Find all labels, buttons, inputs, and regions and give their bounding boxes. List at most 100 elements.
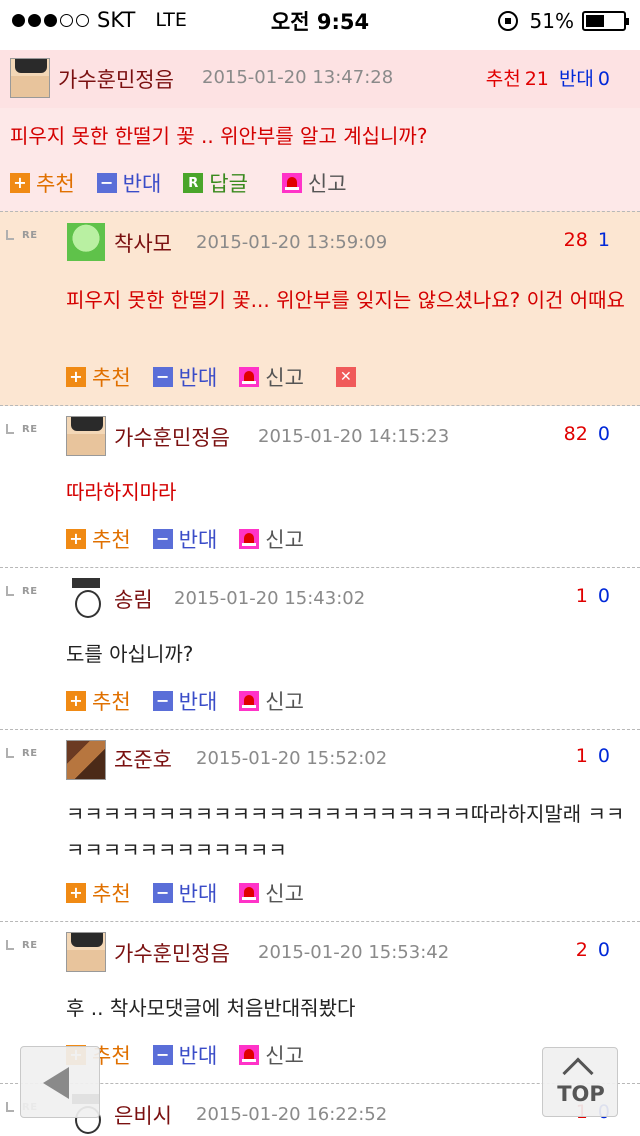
recommend-button[interactable]: +추천 [66,686,131,716]
cartoon-avatar[interactable] [66,578,106,618]
face-avatar[interactable] [10,58,50,98]
minus-icon: − [152,367,173,387]
comment-text: 후 .. 착사모댓글에 처음반대줘봤다 [66,996,356,1020]
comment-actions: +추천 −반대 신고 [66,878,326,908]
comment-item: RE 송림 2015-01-20 15:43:02 1 0 도를 아십니까? +… [0,568,640,730]
recommend-button[interactable]: +추천 [66,878,131,908]
comment-text: 도를 아십니까? [66,642,194,666]
oppose-button[interactable]: − 반대 [152,362,217,392]
vote-summary: 82 0 [564,423,610,445]
report-button[interactable]: 신고 [281,168,347,198]
comment-actions: +추천 −반대 신고 [66,524,326,554]
comment-item: RE 착사모 2015-01-20 13:59:09 28 1 피우지 못한 한… [0,211,640,406]
comment-header: 가수훈민정음 2015-01-20 13:47:28 추천 21 반대 0 [0,50,640,108]
comment-text: 피우지 못한 한떨기 꽃 .. 위안부를 알고 계십니까? [10,124,428,148]
minus-icon: − [152,883,173,903]
comment-nickname[interactable]: 조준호 [114,744,172,774]
scroll-top-button[interactable]: TOP [542,1047,618,1117]
up-count: 28 [563,229,588,251]
recommend-button[interactable]: +추천 [66,524,131,554]
delete-icon[interactable]: ✕ [335,367,356,387]
report-button[interactable]: 신고 [239,878,304,908]
vote-summary: 28 1 [564,229,610,251]
rotation-lock-icon [497,11,518,31]
down-count: 1 [597,229,610,251]
siren-icon [239,691,260,711]
report-button[interactable]: 신고 [239,362,304,392]
comment-actions: + 추천 − 반대 R 답글 신고 [10,168,369,198]
comment-nickname[interactable]: 가수훈민정음 [114,938,230,968]
plus-icon: + [66,883,86,903]
plus-icon: + [10,173,30,193]
siren-icon [281,173,302,193]
minus-icon: − [152,1045,173,1065]
report-button[interactable]: 신고 [239,524,304,554]
report-button[interactable]: 신고 [239,686,304,716]
comment-text: 피우지 못한 한떨기 꽃... 위안부를 잊지는 않으셨나요? 이건 어때요 [66,288,625,312]
battery-icon [582,11,629,31]
plus-icon: + [66,691,86,711]
reply-arrow-icon: RE [6,938,46,954]
reply-icon: R [183,173,204,193]
battery-percent: 51% [529,9,574,33]
back-button[interactable] [20,1046,100,1118]
down-count: 0 [597,939,610,961]
reply-arrow-icon: RE [6,746,46,762]
siren-icon [239,529,260,549]
vote-summary: 1 0 [576,745,610,767]
recommend-button[interactable]: +추천 [66,362,131,392]
up-count: 2 [575,939,588,961]
comment-actions: + 추천 − 반대 신고 ✕ [66,362,356,392]
comment-text: 따라하지마라 [66,480,177,504]
siren-icon [239,1045,260,1065]
comment-nickname[interactable]: 가수훈민정음 [58,64,174,94]
vote-summary: 1 0 [576,585,610,607]
status-bar: SKT LTE 오전 9:54 51% [0,0,640,40]
comment-date: 2015-01-20 13:47:28 [202,67,394,88]
minus-icon: − [152,529,173,549]
oppose-button[interactable]: − 반대 [152,1040,217,1070]
reply-arrow-icon: RE [6,228,46,244]
comment-date: 2015-01-20 16:22:52 [196,1104,388,1125]
minus-icon: − [152,691,173,711]
oppose-button[interactable]: − 반대 [96,168,161,198]
down-count: 0 [597,423,610,445]
comment-nickname[interactable]: 은비시 [114,1100,172,1130]
reply-arrow-icon: RE [6,422,46,438]
comment-date: 2015-01-20 14:15:23 [258,426,450,447]
up-count: 1 [575,745,588,767]
reply-button[interactable]: R 답글 [183,168,248,198]
down-count: 0 [597,745,610,767]
minus-icon: − [96,173,117,193]
comment-item: RE 가수훈민정음 2015-01-20 14:15:23 82 0 따라하지마… [0,406,640,568]
comment-date: 2015-01-20 15:43:02 [174,588,366,609]
comment-date: 2015-01-20 15:52:02 [196,748,388,769]
vote-summary: 2 0 [576,939,610,961]
oppose-button[interactable]: − 반대 [152,686,217,716]
vote-summary: 추천 21 반대 0 [485,68,610,90]
comment-nickname[interactable]: 가수훈민정음 [114,422,230,452]
face-avatar[interactable] [66,932,106,972]
back-arrow-icon [43,1067,69,1099]
reply-arrow-icon: RE [6,584,46,600]
comment-date: 2015-01-20 15:53:42 [258,942,450,963]
siren-icon [239,367,260,387]
photo-avatar[interactable] [66,740,106,780]
battery-level [586,15,605,27]
plus-icon: + [66,529,86,549]
down-count: 0 [597,585,610,607]
up-count: 82 [563,423,588,445]
comment-nickname[interactable]: 착사모 [114,228,172,258]
comment-nickname[interactable]: 송림 [114,584,153,614]
oppose-button[interactable]: − 반대 [152,524,217,554]
comment-item: 가수훈민정음 2015-01-20 13:47:28 추천 21 반대 0 피우지 … [0,50,640,212]
oppose-button[interactable]: − 반대 [152,878,217,908]
comment-actions: +추천 −반대 신고 [66,686,326,716]
recommend-button[interactable]: +추천 [10,168,75,198]
report-button[interactable]: 신고 [239,1040,304,1070]
anime-avatar[interactable] [66,222,106,262]
face-avatar[interactable] [66,416,106,456]
down-count: 0 [597,68,610,90]
plus-icon: + [66,367,86,387]
top-label: TOP [557,1082,605,1106]
